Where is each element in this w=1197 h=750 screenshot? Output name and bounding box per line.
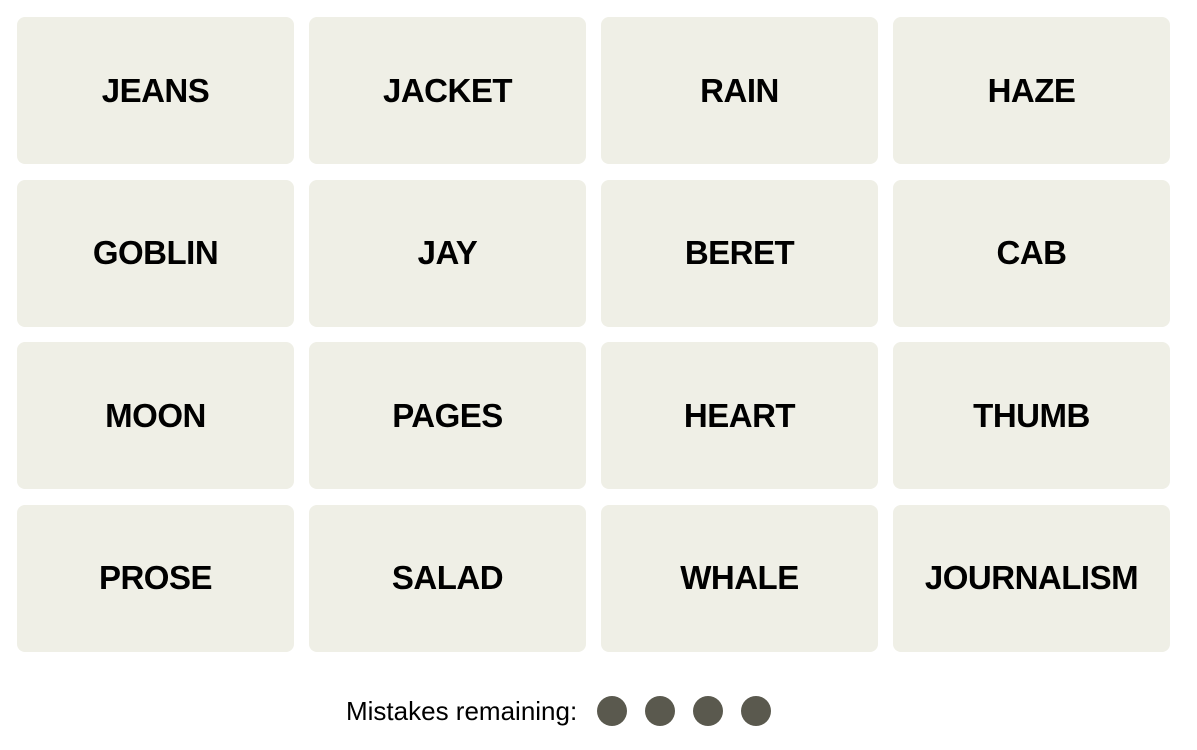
word-tile-jay[interactable]: JAY [309,179,586,327]
word-grid: JEANS JACKET RAIN HAZE GOBLIN JAY BERET CAB MOON… [17,17,1170,652]
word-tile-prose[interactable]: PROSE [17,504,294,652]
word-tile-haze[interactable]: HAZE [893,17,1170,164]
mistake-dot-icon [741,696,772,726]
word-tile-salad[interactable]: SALAD [309,504,586,652]
mistake-dots [597,696,772,726]
word-tile-cab[interactable]: CAB [893,179,1170,327]
mistakes-remaining: Mistakes remaining: [346,693,772,729]
word-tile-journalism[interactable]: JOURNALISM [893,504,1170,652]
mistake-dot-icon [693,696,724,726]
word-tile-heart[interactable]: HEART [601,342,878,489]
word-tile-pages[interactable]: PAGES [309,342,586,489]
mistakes-label: Mistakes remaining: [346,695,578,726]
word-tile-goblin[interactable]: GOBLIN [17,179,294,327]
word-tile-jacket[interactable]: JACKET [309,17,586,164]
word-tile-jeans[interactable]: JEANS [17,17,294,164]
word-tile-thumb[interactable]: THUMB [893,342,1170,489]
word-tile-moon[interactable]: MOON [17,342,294,489]
word-tile-beret[interactable]: BERET [601,179,878,327]
mistake-dot-icon [645,696,676,726]
word-tile-whale[interactable]: WHALE [601,504,878,652]
mistake-dot-icon [597,696,628,726]
word-tile-rain[interactable]: RAIN [601,17,878,164]
